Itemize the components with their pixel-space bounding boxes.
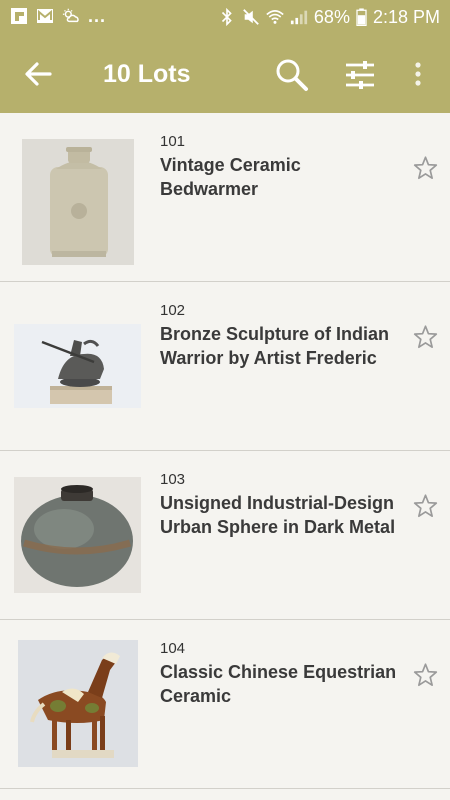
app-bar: 10 Lots — [0, 34, 450, 113]
more-notifications-indicator: ... — [88, 6, 107, 26]
ceramic-bedwarmer-photo — [22, 139, 134, 265]
flipboard-icon — [11, 8, 27, 24]
battery-percent: 68% — [313, 7, 350, 27]
lot-title: Bronze Sculpture of Indian Warrior by Ar… — [160, 324, 390, 368]
star-icon[interactable] — [412, 662, 439, 689]
clock: 2:18 PM — [372, 7, 440, 27]
signal-icon — [290, 10, 308, 25]
status-bar: ... 68% 2:18 PM — [0, 0, 450, 34]
battery-icon — [356, 8, 367, 26]
lot-number: 103 — [160, 471, 186, 488]
star-icon[interactable] — [412, 324, 439, 351]
lot-row[interactable]: 103 Unsigned Industrial-Design Urban Sph… — [0, 451, 450, 620]
notification-icons: ... — [10, 7, 106, 25]
lot-row[interactable]: 101 Vintage Ceramic Bedwarmer — [0, 113, 450, 282]
metal-sphere-photo — [14, 477, 141, 593]
lot-title: Classic Chinese Equestrian Ceramic — [160, 662, 397, 706]
lot-number: 101 — [160, 133, 186, 150]
system-icons: 68% 2:18 PM — [218, 6, 440, 28]
lot-number: 104 — [160, 640, 186, 657]
lot-list: 101 Vintage Ceramic Bedwarmer 102 Bronze… — [0, 113, 450, 789]
lot-row[interactable]: 102 Bronze Sculpture of Indian Warrior b… — [0, 282, 450, 451]
filter-icon[interactable] — [340, 55, 380, 95]
wifi-icon — [266, 10, 284, 24]
mail-icon — [37, 9, 53, 23]
lot-title: Unsigned Industrial-Design Urban Sphere … — [160, 493, 396, 537]
mute-icon — [243, 9, 259, 25]
lot-title: Vintage Ceramic Bedwarmer — [160, 155, 301, 199]
page-title: 10 Lots — [103, 60, 191, 88]
star-icon[interactable] — [412, 155, 439, 182]
star-icon[interactable] — [412, 493, 439, 520]
weather-icon — [62, 8, 79, 23]
ceramic-horse-photo — [18, 640, 138, 767]
lot-row[interactable]: 104 Classic Chinese Equestrian Ceramic — [0, 620, 450, 789]
bluetooth-icon — [221, 8, 232, 26]
bronze-sculpture-photo — [14, 324, 141, 408]
more-vert-icon[interactable] — [405, 56, 431, 92]
lot-number: 102 — [160, 302, 186, 319]
search-icon[interactable] — [272, 55, 312, 95]
back-arrow-icon[interactable] — [20, 56, 56, 92]
